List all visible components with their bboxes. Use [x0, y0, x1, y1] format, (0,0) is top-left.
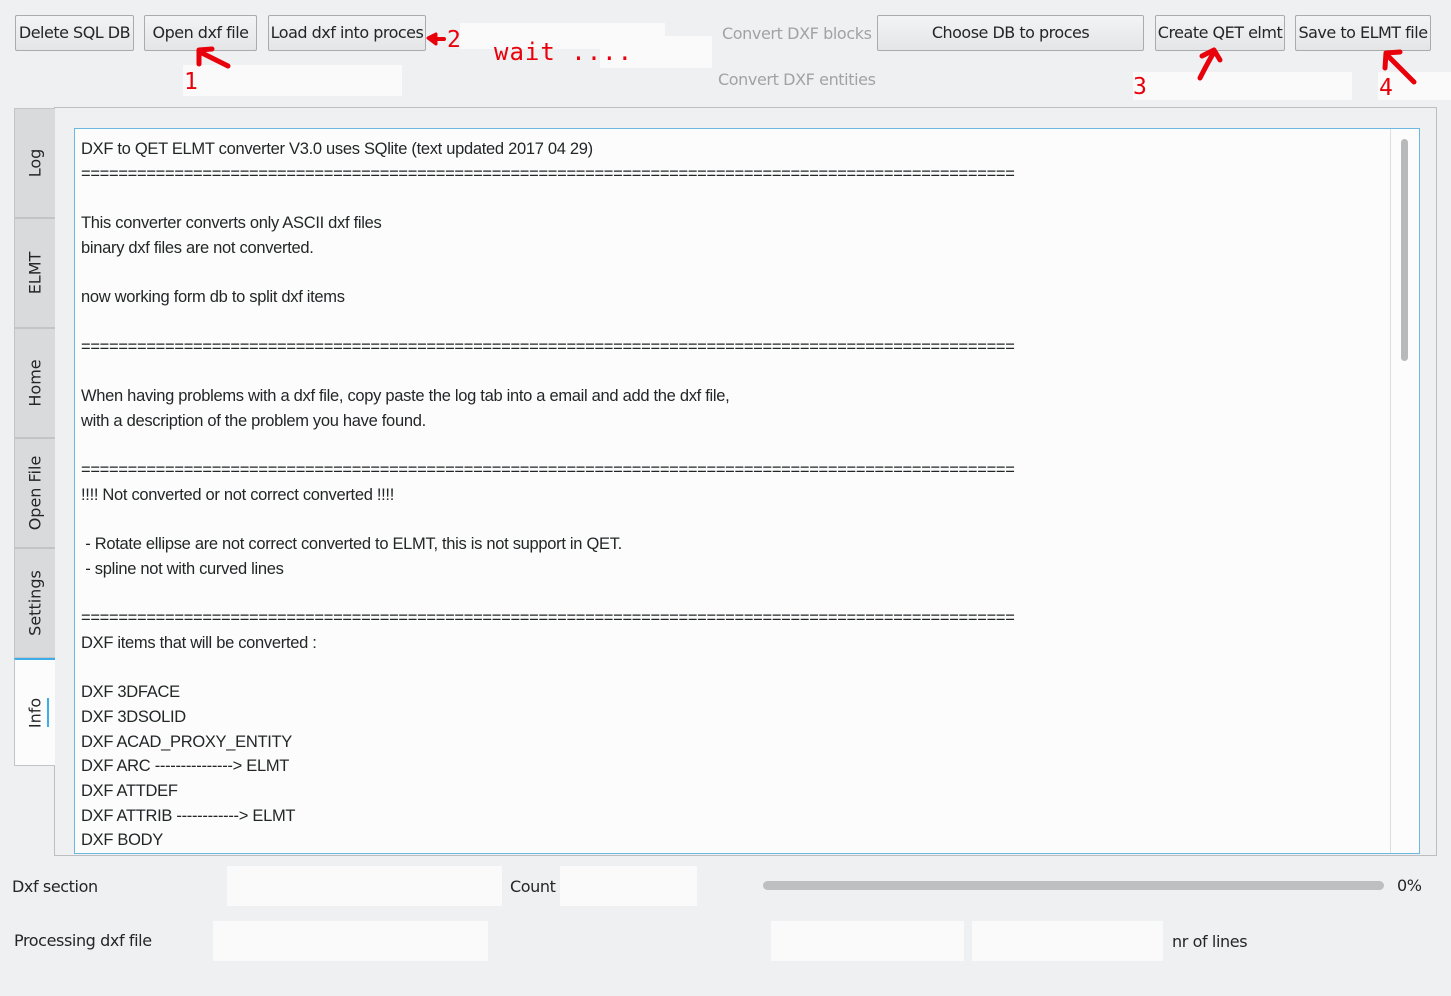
- info-text-content: DXF to QET ELMT converter V3.0 uses SQli…: [81, 137, 1389, 853]
- processing-dxf-file-label: Processing dxf file: [14, 931, 152, 950]
- info-text-line: binary dxf files are not converted.: [81, 238, 314, 257]
- tab-elmt[interactable]: ELMT: [14, 218, 55, 328]
- annotation-step-2: 2: [447, 27, 461, 53]
- tab-settings[interactable]: Settings: [14, 548, 55, 658]
- status-field-b: [972, 921, 1163, 961]
- tab-home[interactable]: Home: [14, 328, 55, 438]
- blank-field: [1133, 72, 1352, 100]
- nr-of-lines-label: nr of lines: [1172, 932, 1248, 951]
- info-text-line: now working form db to split dxf items: [81, 288, 345, 307]
- count-field: [560, 866, 697, 906]
- info-text-area[interactable]: DXF to QET ELMT converter V3.0 uses SQli…: [74, 128, 1420, 854]
- annotation-step-3: 3: [1133, 74, 1147, 100]
- progress-percent: 0%: [1397, 876, 1422, 895]
- info-text-line: When having problems with a dxf file, co…: [81, 386, 730, 405]
- tab-label: ELMT: [25, 251, 45, 295]
- info-text-line: [81, 310, 1389, 335]
- info-text-line: DXF 3DFACE: [81, 683, 180, 702]
- info-text-line: DXF to QET ELMT converter V3.0 uses SQli…: [81, 140, 593, 158]
- vertical-scrollbar[interactable]: [1390, 129, 1419, 853]
- info-text-line: - Rotate ellipse are not correct convert…: [81, 535, 622, 553]
- tab-open-file[interactable]: Open File: [14, 438, 55, 548]
- tab-label: Log: [25, 148, 45, 178]
- scrollbar-thumb[interactable]: [1401, 139, 1408, 361]
- active-tab-indicator: [47, 698, 49, 727]
- info-text-line: DXF ATTDEF: [81, 781, 178, 800]
- annotation-step-1: 1: [184, 69, 198, 95]
- tab-label: Open File: [25, 455, 45, 531]
- delete-sql-db-button[interactable]: Delete SQL DB: [15, 15, 134, 51]
- red-arrow-icon: [1197, 47, 1223, 81]
- info-text-line: ========================================…: [81, 164, 1015, 183]
- info-text-line: DXF items that will be converted :: [81, 633, 317, 652]
- choose-db-to-proces-button[interactable]: Choose DB to proces: [877, 15, 1144, 51]
- red-arrow-icon: [426, 32, 446, 46]
- info-text-line: [81, 581, 1389, 606]
- convert-dxf-blocks-label: Convert DXF blocks: [722, 24, 872, 43]
- info-text-line: [81, 260, 1389, 285]
- info-text-line: [81, 359, 1389, 384]
- info-text-line: DXF ARC ---------------> ELMT: [81, 757, 290, 776]
- info-text-line: ========================================…: [81, 460, 1015, 479]
- convert-dxf-entities-label: Convert DXF entities: [718, 70, 876, 89]
- tab-label: Home: [25, 359, 45, 407]
- tab-info[interactable]: Info: [14, 658, 55, 766]
- info-text-line: DXF BODY: [81, 831, 163, 850]
- info-text-line: This converter converts only ASCII dxf f…: [81, 214, 382, 233]
- info-text-line: - spline not with curved lines: [81, 559, 284, 578]
- red-arrow-icon: [196, 46, 231, 69]
- tab-label: Settings: [25, 570, 45, 636]
- annotation-wait: wait ....: [494, 38, 634, 66]
- info-text-line: !!!! Not converted or not correct conver…: [81, 485, 394, 504]
- tab-log[interactable]: Log: [14, 108, 55, 218]
- info-text-line: [81, 433, 1389, 458]
- tab-label: Info: [25, 697, 45, 728]
- processing-dxf-file-field: [213, 921, 488, 961]
- dxf-section-field: [227, 866, 502, 906]
- info-text-line: ========================================…: [81, 337, 1015, 356]
- count-label: Count: [510, 877, 556, 896]
- info-text-line: [81, 655, 1389, 680]
- info-text-line: [81, 186, 1389, 211]
- info-text-line: DXF 3DSOLID: [81, 707, 186, 726]
- info-text-line: DXF ATTRIB ------------> ELMT: [81, 806, 296, 825]
- progress-bar: [763, 881, 1384, 890]
- dxf-section-label: Dxf section: [12, 877, 98, 896]
- info-text-line: ========================================…: [81, 609, 1015, 628]
- status-field-a: [771, 921, 964, 961]
- info-text-line: DXF ACAD_PROXY_ENTITY: [81, 732, 293, 751]
- info-text-line: with a description of the problem you ha…: [81, 411, 426, 430]
- info-text-line: [81, 507, 1389, 532]
- load-dxf-into-proces-button[interactable]: Load dxf into proces: [268, 15, 426, 51]
- red-arrow-icon: [1382, 49, 1417, 85]
